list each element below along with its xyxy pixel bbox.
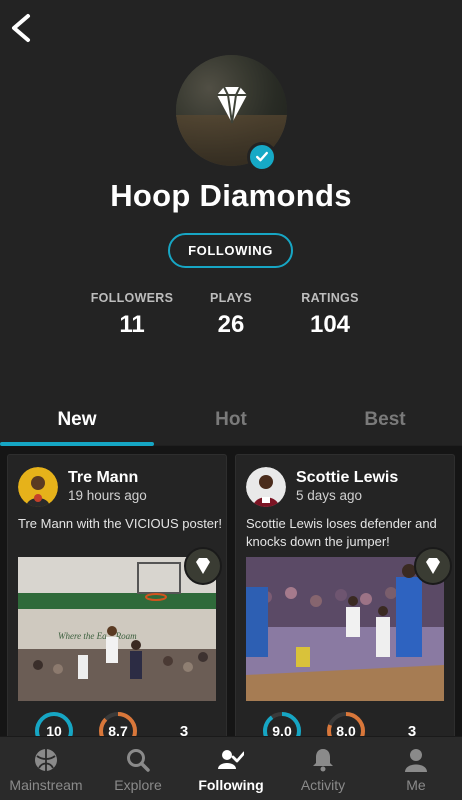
- stat-label: PLAYS: [209, 291, 253, 305]
- post-time: 19 hours ago: [68, 488, 147, 503]
- player-avatar[interactable]: [246, 467, 286, 507]
- hoop-diamonds-badge-icon: [414, 547, 452, 585]
- post-description: Tre Mann with the VICIOUS poster!: [18, 516, 222, 531]
- followers-stat[interactable]: FOLLOWERS 11: [82, 291, 182, 339]
- search-icon: [127, 749, 150, 772]
- stat-label: RATINGS: [301, 291, 359, 305]
- post-time: 5 days ago: [296, 488, 363, 503]
- feed-tabs: New Hot Best: [0, 400, 462, 445]
- nav-label: Mainstream: [9, 777, 83, 793]
- svg-text:Where the Ea... Roam: Where the Ea... Roam: [58, 631, 137, 641]
- stat-label: FOLLOWERS: [90, 291, 174, 305]
- post-card[interactable]: Scottie Lewis 5 days ago Scottie Lewis l…: [235, 454, 455, 744]
- verified-badge-icon: [247, 142, 277, 172]
- stat-value: 26: [217, 311, 245, 338]
- hoop-diamonds-badge-icon: [184, 547, 222, 585]
- player-avatar[interactable]: [18, 467, 58, 507]
- bottom-nav: Mainstream Explore Following Activity Me: [0, 736, 462, 800]
- nav-label: Explore: [114, 777, 162, 793]
- nav-explore[interactable]: Explore: [92, 737, 184, 800]
- nav-label: Me: [406, 777, 426, 793]
- profile-header: Hoop Diamonds FOLLOWING FOLLOWERS 11 PLA…: [0, 0, 462, 445]
- stat-value: 11: [119, 311, 145, 338]
- back-button[interactable]: [6, 10, 36, 46]
- tab-hot[interactable]: Hot: [154, 409, 308, 431]
- nav-activity[interactable]: Activity: [277, 737, 369, 800]
- person-icon: [405, 749, 427, 772]
- video-thumbnail[interactable]: Where the Ea... Roam: [18, 557, 216, 701]
- following-button[interactable]: FOLLOWING: [168, 233, 293, 268]
- player-name[interactable]: Scottie Lewis: [296, 469, 398, 487]
- following-icon: [218, 750, 244, 769]
- nav-me[interactable]: Me: [370, 737, 462, 800]
- tab-best[interactable]: Best: [308, 409, 462, 431]
- diamond-logo-icon: [217, 86, 247, 124]
- nav-mainstream[interactable]: Mainstream: [0, 737, 92, 800]
- post-card[interactable]: Tre Mann 19 hours ago Tre Mann with the …: [7, 454, 227, 744]
- post-description: Scottie Lewis loses defender and knocks …: [246, 516, 437, 549]
- plays-stat: PLAYS 26: [191, 291, 271, 339]
- player-name[interactable]: Tre Mann: [68, 469, 138, 487]
- ratings-stat: RATINGS 104: [290, 291, 370, 339]
- nav-label: Following: [198, 777, 264, 793]
- video-thumbnail[interactable]: [246, 557, 444, 701]
- nav-label: Activity: [300, 777, 346, 793]
- tab-new[interactable]: New: [0, 409, 154, 431]
- stat-value: 104: [309, 311, 351, 338]
- mainstream-icon: [35, 749, 57, 771]
- profile-name: Hoop Diamonds: [110, 178, 352, 213]
- post-feed: Tre Mann 19 hours ago Tre Mann with the …: [0, 446, 462, 744]
- nav-following[interactable]: Following: [185, 737, 277, 800]
- back-arrow-icon: [12, 14, 30, 42]
- bell-icon: [313, 749, 333, 772]
